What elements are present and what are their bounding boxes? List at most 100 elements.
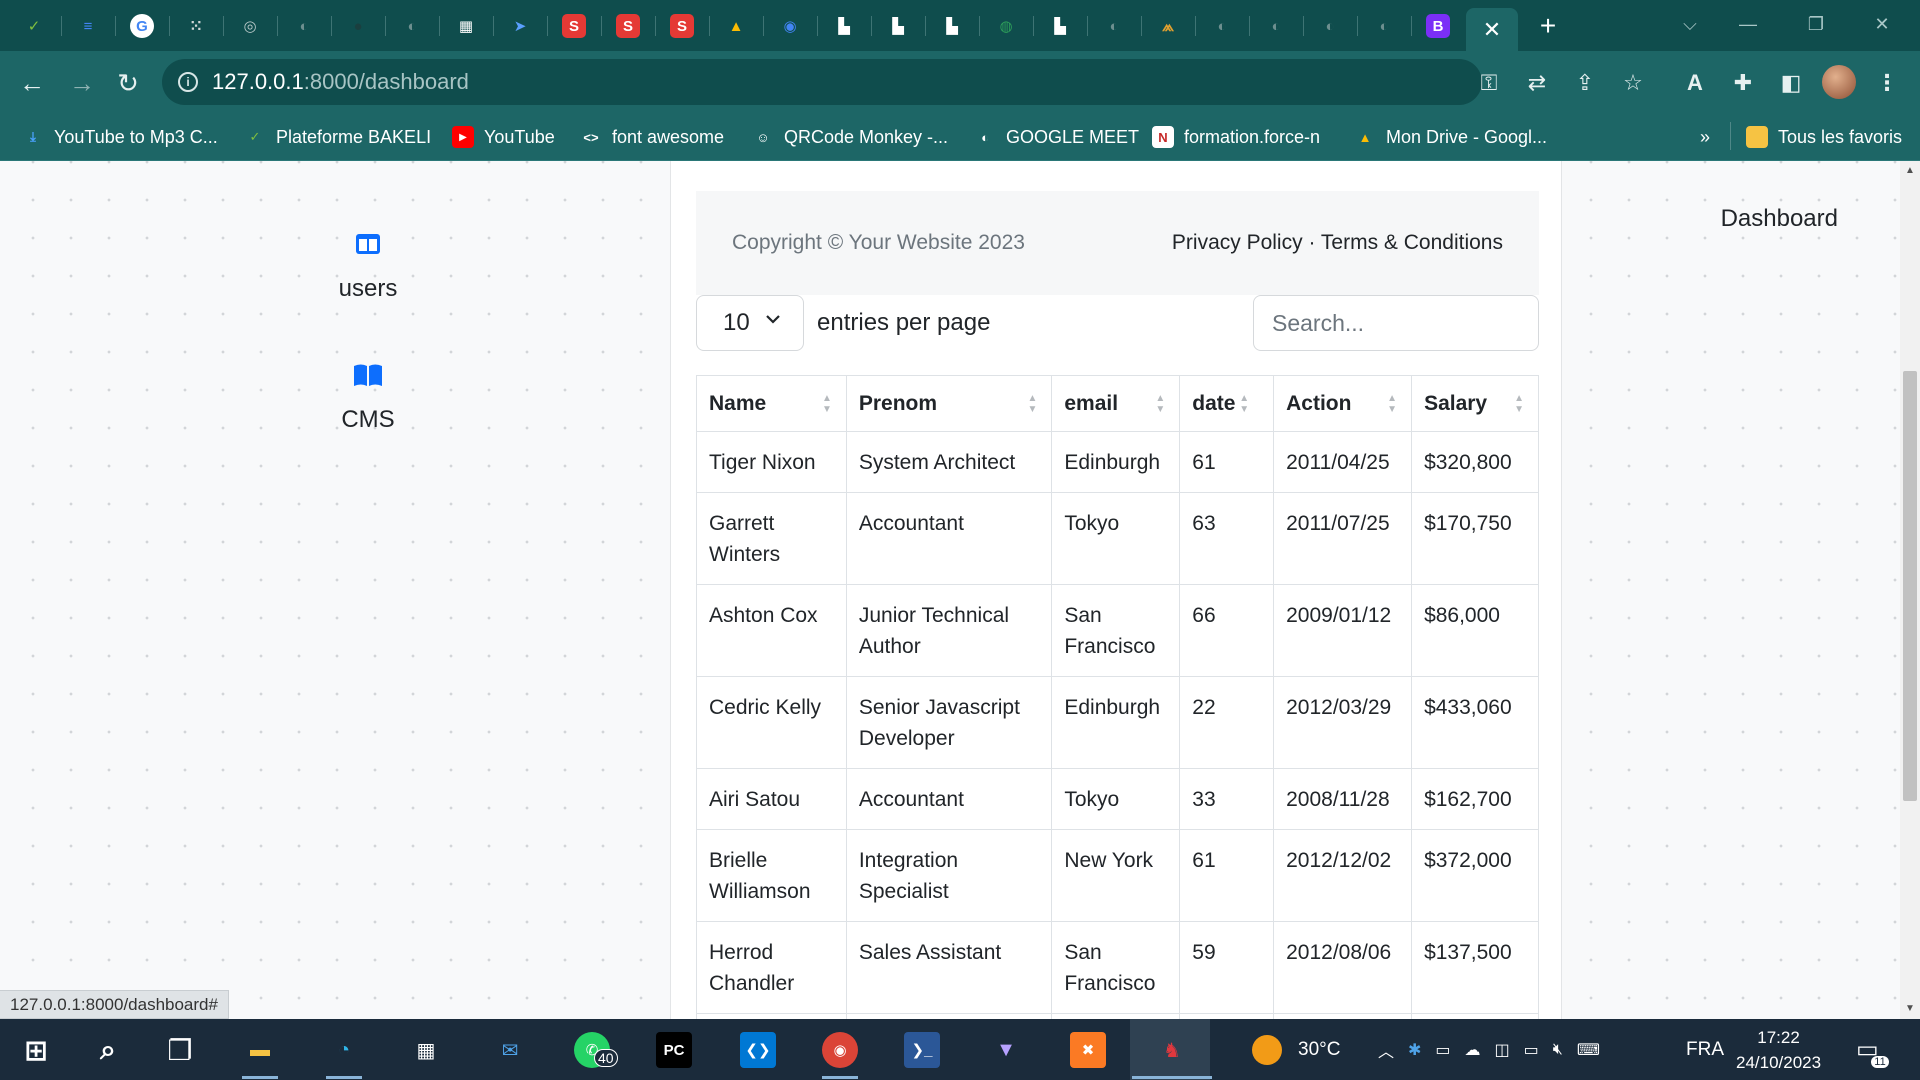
sort-icon[interactable]: ▲ ▼ (1239, 393, 1249, 415)
browser-tab[interactable]: S (602, 8, 654, 44)
bookmark-star-icon[interactable]: ☆ (1616, 66, 1650, 100)
table-row[interactable]: Airi Satou Accountant Tokyo 33 2008/11/28 $16… (696, 768, 1539, 830)
new-tab-button[interactable]: + (1530, 8, 1566, 44)
sort-icon[interactable]: ▲ ▼ (822, 393, 832, 415)
store-icon[interactable]: ▦ (404, 1028, 448, 1072)
chrome-icon[interactable]: ◉ (822, 1032, 858, 1068)
bookmark-item[interactable]: ▶ YouTube (452, 123, 555, 151)
side-panel-icon[interactable]: ◧ (1774, 66, 1808, 100)
minimize-icon[interactable]: — (1718, 4, 1778, 44)
bookmark-item[interactable]: ◐ GOOGLE MEET (974, 123, 1139, 151)
column-header[interactable]: Name ▲ ▼ (696, 375, 847, 432)
laragon-icon[interactable]: ♞ (1150, 1028, 1194, 1072)
scroll-up-icon[interactable]: ▲ (1904, 165, 1916, 177)
browser-tab[interactable]: S (656, 8, 708, 44)
entries-select[interactable]: 10 (696, 295, 804, 351)
sort-icon[interactable]: ▲ ▼ (1155, 393, 1165, 415)
browser-tab[interactable]: ⁙ (170, 8, 222, 44)
translate-icon[interactable]: ⇄ (1520, 66, 1554, 100)
browser-tab[interactable]: ▙ (872, 8, 924, 44)
notifications-button[interactable]: ▭ 11 (1856, 1019, 1889, 1080)
keyboard-icon[interactable]: ⌨ (1577, 1040, 1600, 1060)
browser-tab[interactable]: ≡ (62, 8, 114, 44)
bookmark-item[interactable]: ✓ Plateforme BAKELI (244, 123, 432, 151)
language-indicator[interactable]: FRA (1686, 1019, 1724, 1080)
browser-tab[interactable]: G (116, 8, 168, 44)
browser-tab[interactable]: ▙ (926, 8, 978, 44)
reload-button[interactable]: ↻ (108, 63, 148, 103)
column-header[interactable]: Salary ▲ ▼ (1411, 375, 1539, 432)
bookmark-item[interactable]: ⤓ YouTube to Mp3 C... (22, 123, 218, 151)
site-info-icon[interactable]: i (178, 72, 198, 92)
profile-avatar[interactable] (1822, 65, 1856, 99)
browser-tab[interactable]: ➤ (494, 8, 546, 44)
tab-search-icon[interactable]: ⌵ (1660, 4, 1720, 44)
privacy-policy-link[interactable]: Privacy Policy (1172, 231, 1303, 254)
bookmark-item[interactable]: ☺ QRCode Monkey -... (752, 123, 948, 151)
windows-start-icon[interactable]: ⊞ (14, 1028, 58, 1072)
weather-widget[interactable]: 30°C (1252, 1019, 1340, 1080)
column-header[interactable]: Prenom ▲ ▼ (845, 375, 1053, 432)
volume-muted-icon[interactable]: 🔇︎ (1553, 1041, 1563, 1059)
all-bookmarks-folder[interactable]: Tous les favoris (1746, 123, 1902, 151)
search-input[interactable] (1253, 295, 1539, 351)
sort-icon[interactable]: ▲ ▼ (1027, 393, 1037, 415)
address-bar[interactable]: i 127.0.0.1:8000/dashboard (162, 59, 1482, 105)
back-button[interactable]: ← (12, 63, 52, 103)
xampp-icon[interactable]: ✖ (1070, 1032, 1106, 1068)
sort-icon[interactable]: ▲ ▼ (1514, 393, 1524, 415)
share-icon[interactable]: ⇪ (1568, 66, 1602, 100)
table-row[interactable]: Tiger Nixon System Architect Edinburgh 61 20… (696, 431, 1539, 493)
bookmark-item[interactable]: Nformation.force-n (1152, 123, 1320, 151)
menu-kebab-icon[interactable]: ⋮ (1870, 66, 1904, 100)
bookmark-item[interactable]: ▲ Mon Drive - Googl... (1354, 123, 1548, 151)
tray-chevron-icon[interactable]: ︿ (1378, 1038, 1394, 1062)
browser-tab[interactable]: ◐ (1358, 8, 1410, 44)
browser-tab[interactable]: ◐ (386, 8, 438, 44)
table-row[interactable]: Brielle Williamson Integration Specialist… (696, 829, 1539, 922)
browser-tab[interactable]: ◐ (1196, 8, 1248, 44)
file-explorer-icon[interactable]: ▬ (238, 1028, 282, 1072)
extensions-puzzle-icon[interactable]: ✚ (1726, 66, 1760, 100)
column-header[interactable]: email ▲ ▼ (1051, 375, 1181, 432)
vpn-icon[interactable]: ▼ (984, 1028, 1028, 1072)
task-view-icon[interactable]: ❐ (158, 1028, 202, 1072)
browser-tab[interactable]: ◐ (1088, 8, 1140, 44)
browser-tab[interactable]: ▦ (440, 8, 492, 44)
page-scrollbar[interactable]: ▲ ▼ (1900, 161, 1920, 1019)
sidebar-item-users[interactable]: users (288, 227, 448, 303)
browser-tab[interactable]: ▙ (818, 8, 870, 44)
edge-icon[interactable]: ◔ (322, 1028, 366, 1072)
sidebar-item-cms[interactable]: CMS (288, 358, 448, 434)
sort-icon[interactable]: ▲ ▼ (1387, 393, 1397, 415)
extension-a-icon[interactable]: A (1678, 66, 1712, 100)
browser-tab[interactable]: ◐ (1250, 8, 1302, 44)
display-icon[interactable]: ▭ (1435, 1040, 1450, 1060)
active-tab[interactable]: ✕ (1466, 8, 1518, 51)
browser-tab[interactable]: ◍ (980, 8, 1032, 44)
browser-tab[interactable]: ▙ (1034, 8, 1086, 44)
close-tab-icon[interactable]: ✕ (1483, 17, 1501, 43)
restore-icon[interactable]: ❐ (1786, 4, 1846, 44)
powershell-icon[interactable]: ❯_ (904, 1032, 940, 1068)
browser-tab[interactable]: ✓ (8, 8, 60, 44)
browser-tab[interactable]: ◐ (278, 8, 330, 44)
system-tray-icons[interactable]: ︿ ✱ ▭ ☁ ◫ ▭ 🔇︎ ⌨ (1378, 1019, 1618, 1080)
onedrive-icon[interactable]: ☁ (1465, 1040, 1481, 1060)
table-row[interactable]: Garrett Winters Accountant Tokyo 63 2011/07/… (696, 492, 1539, 585)
column-header[interactable]: date ▲ ▼ (1179, 375, 1275, 432)
terms-conditions-link[interactable]: Terms & Conditions (1321, 231, 1503, 254)
browser-tab[interactable]: ◐ (1304, 8, 1356, 44)
forward-button[interactable]: → (62, 63, 102, 103)
table-row[interactable]: Cedric Kelly Senior Javascript Developer E… (696, 676, 1539, 769)
browser-tab[interactable]: ◉ (764, 8, 816, 44)
browser-tab[interactable]: B (1412, 8, 1464, 44)
bookmarks-overflow-button[interactable]: » (1700, 123, 1710, 151)
clock[interactable]: 17:22 24/10/2023 (1736, 1019, 1821, 1080)
table-row[interactable]: Ashton Cox Junior Technical Author San Fra… (696, 584, 1539, 677)
browser-tab[interactable]: ⩕ (1142, 8, 1194, 44)
browser-tab[interactable]: S (548, 8, 600, 44)
vscode-icon[interactable]: ❮❯ (740, 1032, 776, 1068)
scrollbar-thumb[interactable] (1903, 371, 1917, 801)
battery-icon[interactable]: ▭ (1524, 1040, 1539, 1060)
